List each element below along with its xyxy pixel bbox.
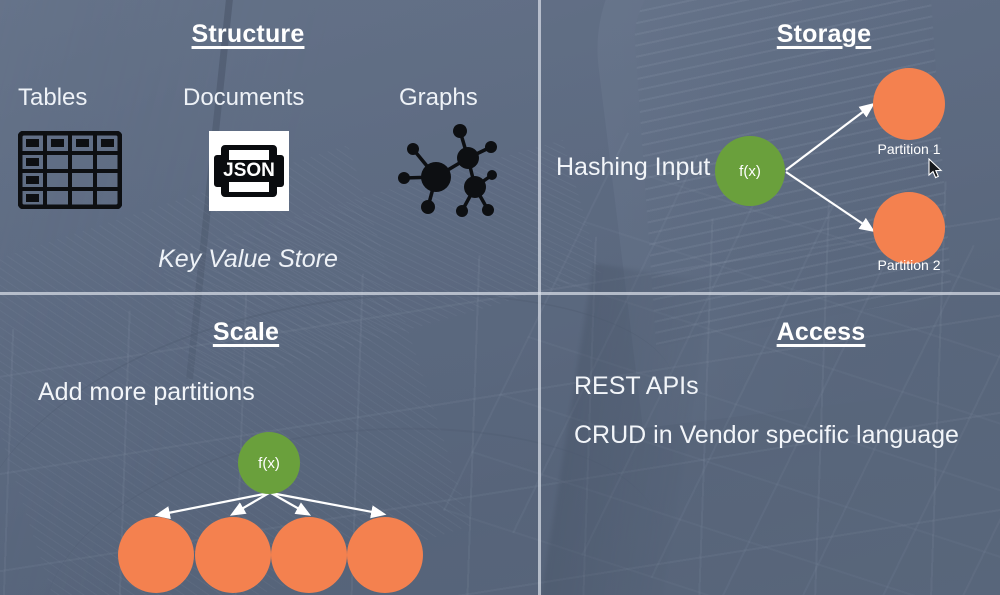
- mouse-cursor: [928, 157, 944, 185]
- presentation-slide: Structure Tables Documents JSON Graphs K…: [0, 0, 1000, 595]
- access-bullet-rest-apis: REST APIs: [574, 372, 699, 400]
- scale-arrows: [154, 491, 387, 520]
- access-title: Access: [776, 318, 866, 346]
- scale-hash-function-label: f(x): [258, 454, 280, 472]
- scale-partition-node-1: [118, 517, 194, 593]
- scale-partition-node-3: [271, 517, 347, 593]
- access-bullet-crud: CRUD in Vendor specific language: [574, 421, 959, 449]
- scale-partition-node-4: [347, 517, 423, 593]
- scale-partition-node-2: [195, 517, 271, 593]
- scale-hash-function-node: f(x): [238, 432, 300, 494]
